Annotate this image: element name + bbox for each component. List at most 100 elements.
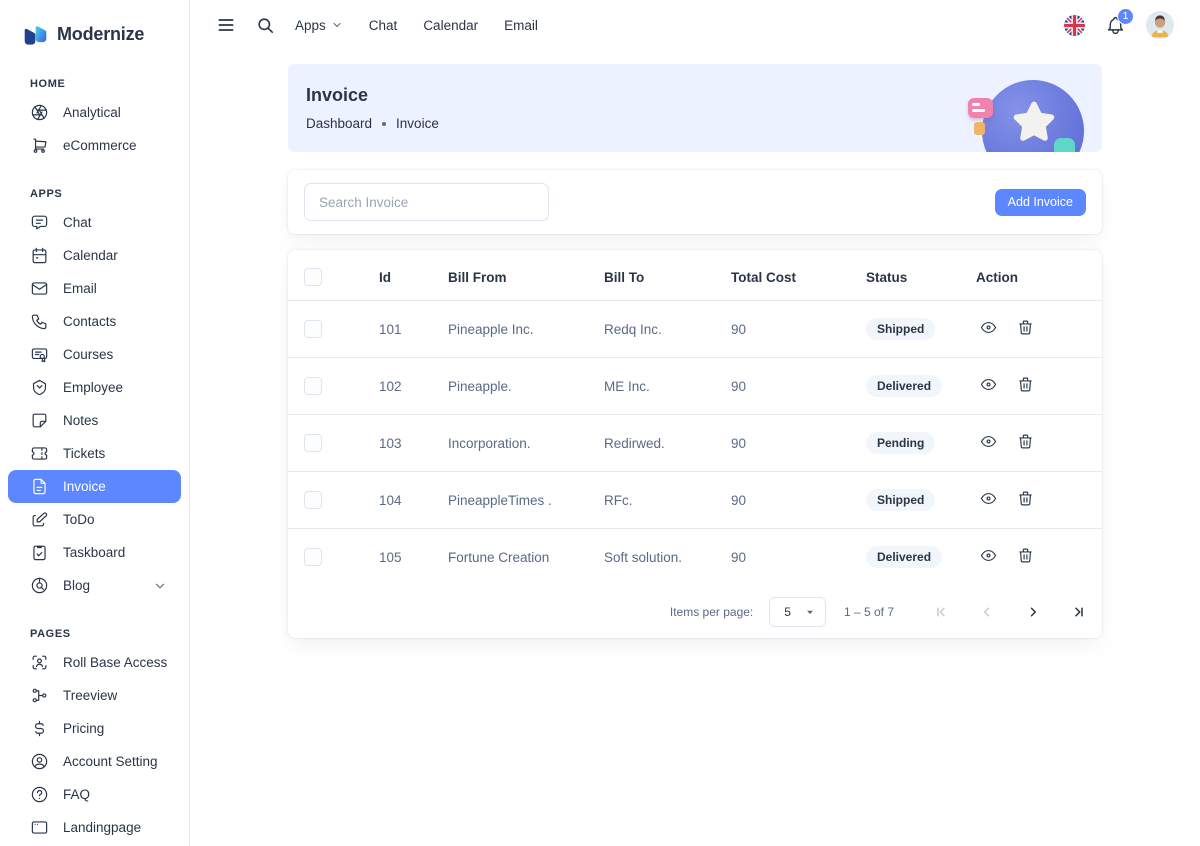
sidebar-item-employee[interactable]: Employee: [8, 371, 181, 404]
view-invoice-button[interactable]: [976, 315, 1001, 343]
notifications-button[interactable]: 1: [1105, 15, 1126, 36]
table-row: 102 Pineapple. ME Inc. 90 Delivered: [288, 358, 1102, 415]
cell-id: 102: [363, 358, 432, 415]
sidebar-item-courses[interactable]: Courses: [8, 338, 181, 371]
search-invoice-input[interactable]: [304, 183, 549, 221]
brand-name: Modernize: [57, 24, 144, 45]
invoice-table-card: Id Bill From Bill To Total Cost Status A…: [288, 250, 1102, 638]
status-badge: Delivered: [866, 375, 942, 397]
status-badge: Pending: [866, 432, 935, 454]
cell-bill-to: Soft solution.: [588, 529, 715, 586]
delete-invoice-button[interactable]: [1013, 486, 1038, 514]
hamburger-menu-button[interactable]: [210, 9, 242, 41]
sidebar-item-analytical[interactable]: Analytical: [8, 96, 181, 129]
sidebar-item-label: Courses: [63, 347, 113, 362]
column-header-id: Id: [363, 254, 432, 301]
ticket-icon: [30, 444, 49, 463]
chevron-down-icon: [153, 579, 167, 593]
trash-icon: [1017, 319, 1034, 336]
delete-invoice-button[interactable]: [1013, 315, 1038, 343]
column-header-status: Status: [850, 254, 960, 301]
chevron-left-icon: [978, 603, 996, 621]
view-invoice-button[interactable]: [976, 372, 1001, 400]
cell-bill-from: PineappleTimes .: [432, 472, 588, 529]
modernize-logo-icon: [22, 21, 49, 48]
cell-total-cost: 90: [715, 472, 850, 529]
sidebar-item-label: Account Setting: [63, 754, 158, 769]
cell-id: 105: [363, 529, 432, 586]
language-flag-uk-icon[interactable]: [1064, 15, 1085, 36]
chevron-down-icon: [331, 19, 343, 31]
sidebar-item-taskboard[interactable]: Taskboard: [8, 536, 181, 569]
sidebar-item-contacts[interactable]: Contacts: [8, 305, 181, 338]
view-invoice-button[interactable]: [976, 429, 1001, 457]
add-invoice-button[interactable]: Add Invoice: [995, 189, 1086, 216]
brand-logo[interactable]: Modernize: [0, 12, 189, 52]
sidebar-item-landingpage[interactable]: Landingpage: [8, 811, 181, 844]
sidebar-item-tickets[interactable]: Tickets: [8, 437, 181, 470]
sidebar-item-calendar[interactable]: Calendar: [8, 239, 181, 272]
sidebar-item-faq[interactable]: FAQ: [8, 778, 181, 811]
sidebar-item-blog[interactable]: Blog: [8, 569, 181, 602]
sidebar-section-home: HOME: [0, 52, 189, 96]
row-checkbox[interactable]: [304, 548, 322, 566]
view-invoice-button[interactable]: [976, 543, 1001, 571]
sidebar-item-label: Tickets: [63, 446, 105, 461]
items-per-page-select[interactable]: 5: [769, 597, 826, 627]
table-row: 101 Pineapple Inc. Redq Inc. 90 Shipped: [288, 301, 1102, 358]
previous-page-button[interactable]: [974, 599, 1000, 625]
breadcrumb-dashboard-link[interactable]: Dashboard: [306, 116, 372, 131]
next-page-button[interactable]: [1020, 599, 1046, 625]
status-badge: Shipped: [866, 318, 935, 340]
select-all-checkbox[interactable]: [304, 268, 322, 286]
sidebar-item-label: eCommerce: [63, 138, 137, 153]
sidebar-item-ecommerce[interactable]: eCommerce: [8, 129, 181, 162]
topnav-calendar[interactable]: Calendar: [423, 18, 478, 33]
sidebar-item-chat[interactable]: Chat: [8, 206, 181, 239]
row-checkbox[interactable]: [304, 491, 322, 509]
sidebar-item-account-setting[interactable]: Account Setting: [8, 745, 181, 778]
sidebar-item-roll-base-access[interactable]: Roll Base Access: [8, 646, 181, 679]
sidebar-item-invoice[interactable]: Invoice: [8, 470, 181, 503]
first-page-button[interactable]: [928, 599, 954, 625]
row-checkbox[interactable]: [304, 377, 322, 395]
topnav-chat[interactable]: Chat: [369, 18, 398, 33]
column-header-action: Action: [960, 254, 1102, 301]
mail-icon: [30, 279, 49, 298]
sidebar-item-notes[interactable]: Notes: [8, 404, 181, 437]
delete-invoice-button[interactable]: [1013, 429, 1038, 457]
eye-icon: [980, 490, 997, 507]
blog-icon: [30, 576, 49, 595]
sidebar-item-label: Treeview: [63, 688, 117, 703]
sidebar-item-label: Chat: [63, 215, 92, 230]
trash-icon: [1017, 376, 1034, 393]
eye-icon: [980, 547, 997, 564]
sidebar-item-email[interactable]: Email: [8, 272, 181, 305]
sidebar-item-label: ToDo: [63, 512, 95, 527]
dollar-icon: [30, 719, 49, 738]
sidebar-item-label: Landingpage: [63, 820, 141, 835]
delete-invoice-button[interactable]: [1013, 543, 1038, 571]
trash-icon: [1017, 490, 1034, 507]
sidebar-item-treeview[interactable]: Treeview: [8, 679, 181, 712]
sidebar-item-pricing[interactable]: Pricing: [8, 712, 181, 745]
status-badge: Shipped: [866, 489, 935, 511]
cell-bill-from: Incorporation.: [432, 415, 588, 472]
search-icon[interactable]: [250, 10, 281, 41]
note-icon: [30, 411, 49, 430]
chevron-right-icon: [1024, 603, 1042, 621]
table-row: 104 PineappleTimes . RFc. 90 Shipped: [288, 472, 1102, 529]
sidebar-item-todo[interactable]: ToDo: [8, 503, 181, 536]
row-checkbox[interactable]: [304, 320, 322, 338]
notification-badge: 1: [1117, 8, 1134, 25]
row-checkbox[interactable]: [304, 434, 322, 452]
sidebar-item-label: Taskboard: [63, 545, 125, 560]
sidebar-item-label: FAQ: [63, 787, 90, 802]
topnav-email[interactable]: Email: [504, 18, 538, 33]
user-avatar[interactable]: [1146, 11, 1174, 39]
illustration-card: [968, 98, 993, 118]
view-invoice-button[interactable]: [976, 486, 1001, 514]
topnav-apps[interactable]: Apps: [295, 18, 343, 33]
delete-invoice-button[interactable]: [1013, 372, 1038, 400]
last-page-button[interactable]: [1066, 599, 1092, 625]
